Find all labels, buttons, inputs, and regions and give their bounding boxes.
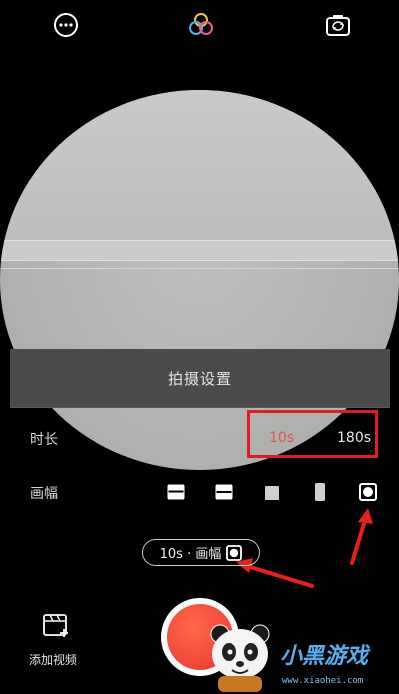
- chip-text: 10s · 画幅: [159, 547, 222, 562]
- watermark-text: 小黑游戏: [280, 644, 369, 669]
- settings-summary-chip[interactable]: 10s · 画幅: [142, 539, 260, 566]
- annotation-arrows: [236, 508, 373, 588]
- arrow-head-up: [358, 508, 373, 524]
- circle-icon: [226, 544, 243, 561]
- add-video-icon: [43, 614, 68, 637]
- panda-mascot-logo: [210, 624, 270, 692]
- arrow-to-chip: [245, 564, 314, 588]
- arrow-to-circle-option: [350, 515, 368, 565]
- watermark-url: www.xiaohei.com: [282, 676, 364, 686]
- add-video-button[interactable]: [42, 612, 72, 640]
- add-video-label: 添加视频: [29, 653, 78, 667]
